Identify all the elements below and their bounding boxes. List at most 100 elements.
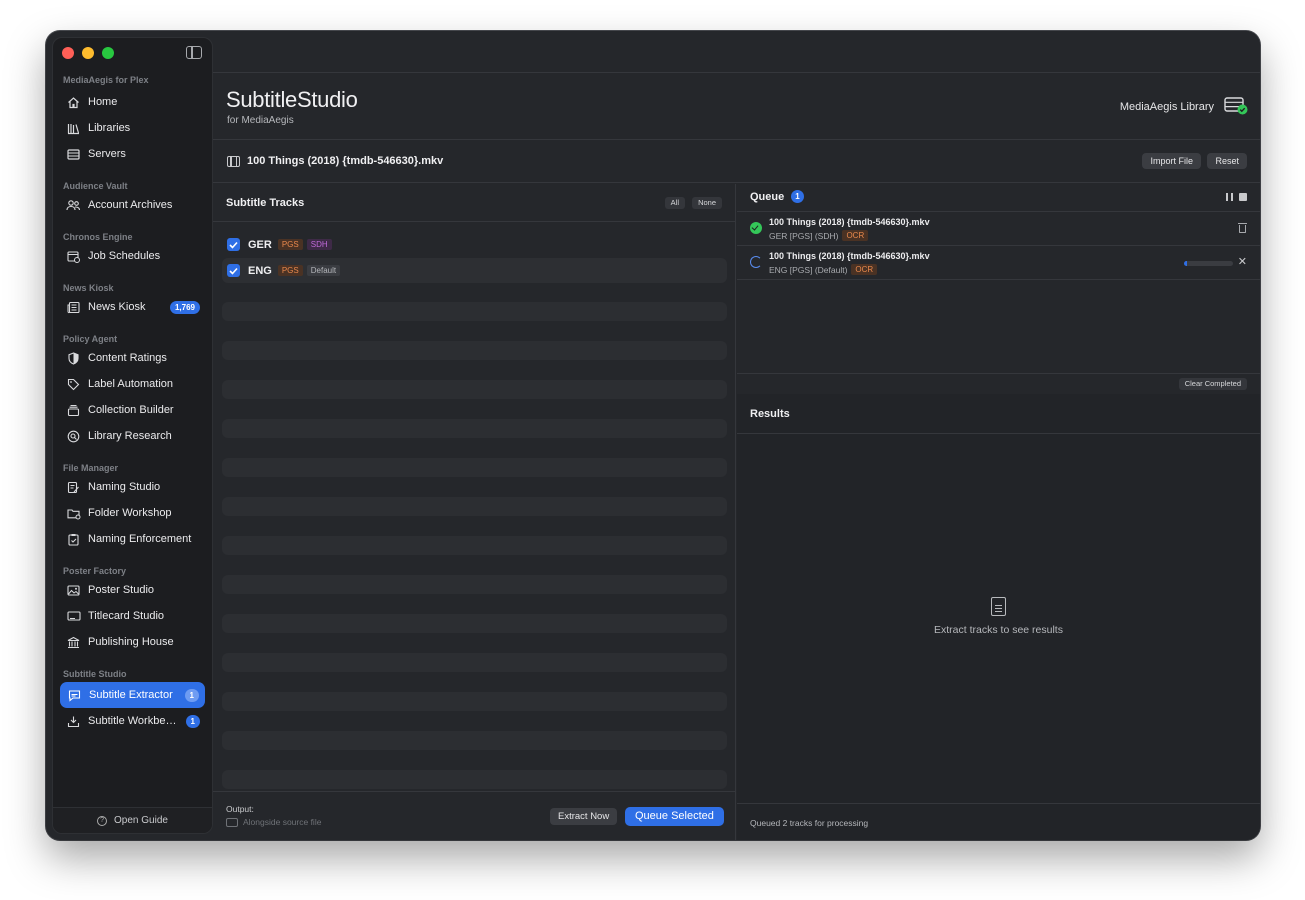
track-row-eng[interactable]: ENG PGS Default bbox=[222, 258, 727, 283]
sidebar-item-label-automation[interactable]: Label Automation bbox=[53, 371, 206, 397]
import-file-button[interactable]: Import File bbox=[1142, 153, 1201, 169]
placeholder-row bbox=[222, 653, 727, 672]
sidebar-item-label: Libraries bbox=[88, 122, 131, 134]
results-panel: Results Extract tracks to see results Qu… bbox=[737, 394, 1260, 840]
queue-count-badge: 1 bbox=[791, 190, 804, 203]
sidebar-item-news-kiosk[interactable]: News Kiosk 1,769 bbox=[53, 294, 206, 320]
sidebar-item-subtitle-extractor[interactable]: Subtitle Extractor 1 bbox=[60, 682, 205, 708]
queue-selected-button[interactable]: Queue Selected bbox=[625, 807, 724, 826]
placeholder-row bbox=[222, 458, 727, 477]
stop-icon[interactable] bbox=[1239, 193, 1247, 201]
format-tag: PGS bbox=[277, 265, 303, 276]
status-text: Queued 2 tracks for processing bbox=[750, 818, 869, 828]
tracks-header: Subtitle Tracks All None bbox=[213, 184, 735, 222]
close-window-button[interactable] bbox=[62, 47, 74, 59]
books-icon bbox=[66, 121, 81, 136]
sidebar-item-library-research[interactable]: Library Research bbox=[53, 423, 206, 449]
sidebar-item-label: News Kiosk bbox=[88, 301, 146, 313]
placeholder-row bbox=[222, 575, 727, 594]
section-title-chronos-engine: Chronos Engine bbox=[63, 232, 133, 242]
clear-completed-button[interactable]: Clear Completed bbox=[1178, 378, 1247, 390]
sidebar-item-account-archives[interactable]: Account Archives bbox=[53, 192, 206, 218]
reset-button[interactable]: Reset bbox=[1207, 153, 1247, 169]
magnifier-circle-icon bbox=[66, 429, 81, 444]
select-all-button[interactable]: All bbox=[664, 197, 685, 209]
count-badge: 1 bbox=[184, 689, 199, 702]
section-title-mediaaegis: MediaAegis for Plex bbox=[63, 75, 149, 85]
track-checkbox[interactable] bbox=[227, 238, 240, 251]
trash-icon[interactable] bbox=[1238, 223, 1247, 233]
section-title-subtitle-studio: Subtitle Studio bbox=[63, 669, 127, 679]
calendar-clock-icon bbox=[66, 249, 81, 264]
main-area: SubtitleStudio for MediaAegis MediaAegis… bbox=[213, 31, 1260, 840]
sidebar-item-publishing-house[interactable]: Publishing House bbox=[53, 629, 206, 655]
placeholder-row bbox=[222, 341, 727, 360]
content-panes: Subtitle Tracks All None GER PGS SDH ENG… bbox=[213, 184, 1260, 840]
sidebar-item-folder-workshop[interactable]: Folder Workshop bbox=[53, 500, 206, 526]
sidebar-item-collection-builder[interactable]: Collection Builder bbox=[53, 397, 206, 423]
sidebar-item-label: Home bbox=[88, 96, 118, 108]
sdh-tag: SDH bbox=[306, 239, 332, 250]
sidebar-item-poster-studio[interactable]: Poster Studio bbox=[53, 577, 206, 603]
sidebar-item-label: Label Automation bbox=[88, 378, 174, 390]
queue-item-meta: ENG [PGS] (Default) OCR bbox=[769, 264, 878, 275]
sidebar-item-job-schedules[interactable]: Job Schedules bbox=[53, 243, 206, 269]
tray-arrow-icon bbox=[66, 714, 81, 729]
sidebar-item-naming-enforcement[interactable]: Naming Enforcement bbox=[53, 526, 206, 552]
queue-controls bbox=[1226, 193, 1247, 201]
sidebar: MediaAegis for Plex Home Libraries Serve… bbox=[52, 37, 213, 834]
folder-gear-icon bbox=[66, 506, 81, 521]
people-icon bbox=[66, 198, 81, 213]
placeholder-row bbox=[222, 419, 727, 438]
cancel-icon[interactable]: ✕ bbox=[1238, 256, 1247, 268]
open-guide-button[interactable]: ? Open Guide bbox=[53, 807, 212, 833]
app-window: MediaAegis for Plex Home Libraries Serve… bbox=[46, 31, 1260, 840]
section-title-news-kiosk: News Kiosk bbox=[63, 283, 114, 293]
sidebar-item-label: Naming Enforcement bbox=[88, 533, 192, 545]
sidebar-item-home[interactable]: Home bbox=[53, 89, 206, 115]
stack-icon bbox=[66, 403, 81, 418]
sidebar-item-naming-studio[interactable]: Naming Studio bbox=[53, 474, 206, 500]
ocr-tag: OCR bbox=[851, 264, 878, 275]
placeholder-row bbox=[222, 497, 727, 516]
display-icon bbox=[66, 609, 81, 624]
output-location[interactable]: Alongside source file bbox=[226, 817, 321, 827]
pause-icon[interactable] bbox=[1226, 193, 1233, 201]
extract-now-button[interactable]: Extract Now bbox=[550, 808, 618, 825]
minimize-window-button[interactable] bbox=[82, 47, 94, 59]
placeholder-row bbox=[222, 614, 727, 633]
sidebar-item-servers[interactable]: Servers bbox=[53, 141, 206, 167]
section-title-audience-vault: Audience Vault bbox=[63, 181, 128, 191]
sidebar-toggle-icon[interactable] bbox=[186, 46, 202, 59]
sidebar-item-label: Job Schedules bbox=[88, 250, 161, 262]
library-status-icon[interactable] bbox=[1224, 97, 1248, 115]
document-icon bbox=[991, 597, 1006, 616]
track-checkbox[interactable] bbox=[227, 264, 240, 277]
ocr-tag: OCR bbox=[842, 230, 869, 241]
placeholder-row bbox=[222, 692, 727, 711]
document-pencil-icon bbox=[66, 480, 81, 495]
sidebar-item-label: Collection Builder bbox=[88, 404, 174, 416]
placeholder-row bbox=[222, 302, 727, 321]
track-row-ger[interactable]: GER PGS SDH bbox=[222, 232, 727, 257]
sidebar-item-libraries[interactable]: Libraries bbox=[53, 115, 206, 141]
sidebar-item-titlecard-studio[interactable]: Titlecard Studio bbox=[53, 603, 206, 629]
queue-footer: Clear Completed bbox=[737, 373, 1260, 394]
speech-bubble-icon bbox=[67, 688, 82, 703]
sidebar-item-label: Account Archives bbox=[88, 199, 173, 211]
zoom-window-button[interactable] bbox=[102, 47, 114, 59]
sidebar-item-subtitle-workbench[interactable]: Subtitle Workbe… 1 bbox=[53, 708, 206, 734]
results-title: Results bbox=[750, 408, 790, 420]
empty-state-text: Extract tracks to see results bbox=[934, 624, 1063, 636]
sidebar-item-label: Content Ratings bbox=[88, 352, 167, 364]
queue-title: Queue bbox=[750, 191, 785, 203]
newspaper-icon bbox=[66, 300, 81, 315]
count-badge: 1,769 bbox=[169, 301, 200, 314]
status-bar: Queued 2 tracks for processing bbox=[737, 803, 1260, 840]
sidebar-item-label: Poster Studio bbox=[88, 584, 155, 596]
sidebar-item-label: Titlecard Studio bbox=[88, 610, 165, 622]
results-header: Results bbox=[737, 394, 1260, 434]
sidebar-item-content-ratings[interactable]: Content Ratings bbox=[53, 345, 206, 371]
sidebar-nav: MediaAegis for Plex Home Libraries Serve… bbox=[53, 74, 212, 734]
select-none-button[interactable]: None bbox=[692, 197, 722, 209]
